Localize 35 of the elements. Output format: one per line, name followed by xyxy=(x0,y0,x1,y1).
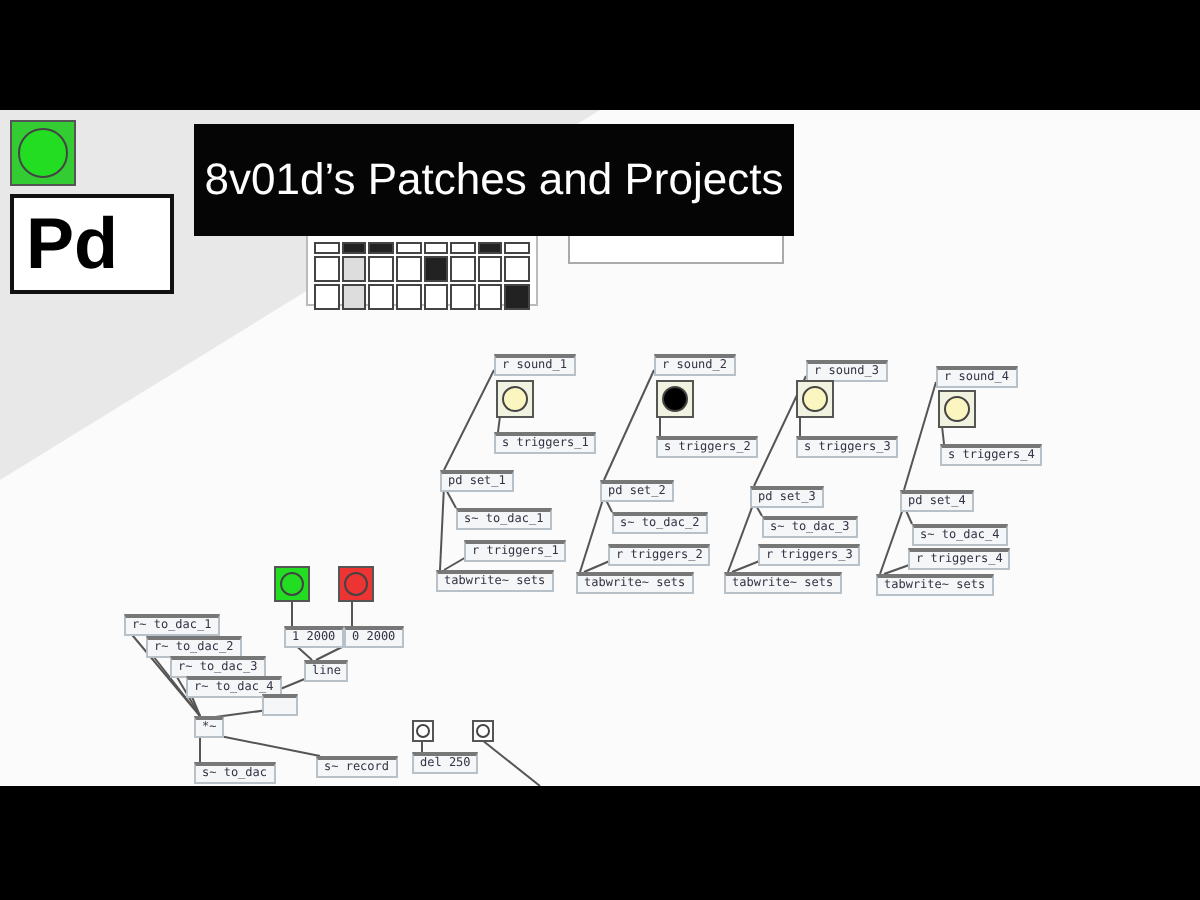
grid-cell[interactable] xyxy=(341,242,367,254)
patch-cord xyxy=(903,381,937,491)
grid-cell[interactable] xyxy=(314,242,340,254)
grid-cell[interactable] xyxy=(504,242,530,254)
grid-cell[interactable] xyxy=(450,284,476,310)
pd-logo: Pd xyxy=(10,194,174,294)
grid-cell[interactable] xyxy=(450,256,476,282)
grid-cell[interactable] xyxy=(341,256,367,282)
grid-cell[interactable] xyxy=(395,284,421,310)
number-box[interactable] xyxy=(262,694,298,716)
grid-cell[interactable] xyxy=(504,256,530,282)
grid-cell[interactable] xyxy=(314,256,340,282)
banner-title: 8v01d’s Patches and Projects xyxy=(204,154,784,206)
grid-cell[interactable] xyxy=(314,284,340,310)
bang-button[interactable] xyxy=(412,720,434,742)
circle-icon xyxy=(415,723,431,739)
grid-cell[interactable] xyxy=(504,284,530,310)
patch-cord xyxy=(603,369,655,481)
grid-cell[interactable] xyxy=(450,242,476,254)
grid-cell[interactable] xyxy=(368,256,394,282)
grid-cell[interactable] xyxy=(395,242,421,254)
bang-button[interactable] xyxy=(472,720,494,742)
patch-cord xyxy=(481,739,541,786)
grid-cell[interactable] xyxy=(423,284,449,310)
grid-cell[interactable] xyxy=(341,284,367,310)
circle-icon xyxy=(18,128,68,178)
grid-cell[interactable] xyxy=(423,256,449,282)
grid-cell[interactable] xyxy=(368,242,394,254)
grid-cell[interactable] xyxy=(477,284,503,310)
grid-cell[interactable] xyxy=(368,284,394,310)
grid-cell[interactable] xyxy=(477,256,503,282)
grid-cell[interactable] xyxy=(423,242,449,254)
circle-icon xyxy=(475,723,491,739)
grid-cell[interactable] xyxy=(395,256,421,282)
grid-cell[interactable] xyxy=(477,242,503,254)
